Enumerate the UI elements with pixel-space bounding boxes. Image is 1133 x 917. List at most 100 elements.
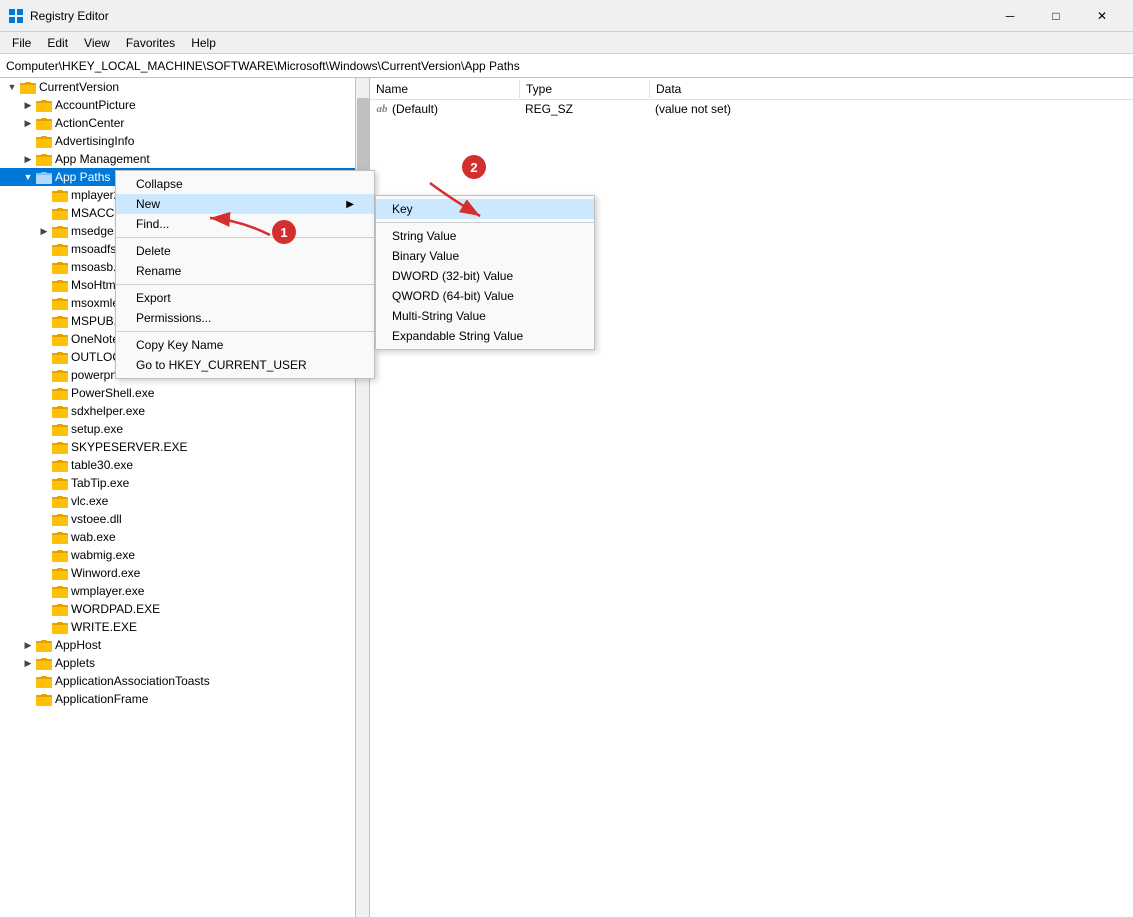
- tree-item-apphost[interactable]: AppHost: [0, 636, 369, 654]
- col-header-type: Type: [520, 80, 650, 98]
- tree-item-tabtip[interactable]: TabTip.exe: [0, 474, 369, 492]
- folder-icon: [52, 602, 68, 616]
- tree-item-sdxhelper[interactable]: sdxhelper.exe: [0, 402, 369, 420]
- folder-icon: [52, 548, 68, 562]
- menu-file[interactable]: File: [4, 34, 39, 52]
- address-bar: Computer\HKEY_LOCAL_MACHINE\SOFTWARE\Mic…: [0, 54, 1133, 78]
- tree-item-setup[interactable]: setup.exe: [0, 420, 369, 438]
- tree-item-wmplayer[interactable]: wmplayer.exe: [0, 582, 369, 600]
- tree-item-wab[interactable]: wab.exe: [0, 528, 369, 546]
- sub-item-qword-value-label: QWORD (64-bit) Value: [392, 289, 514, 303]
- tree-item-table30[interactable]: table30.exe: [0, 456, 369, 474]
- sub-item-binary-value-label: Binary Value: [392, 249, 459, 263]
- ctx-rename[interactable]: Rename: [116, 261, 374, 281]
- minimize-button[interactable]: ─: [987, 0, 1033, 32]
- folder-icon: [52, 476, 68, 490]
- sub-item-dword-value[interactable]: DWORD (32-bit) Value: [376, 266, 594, 286]
- tree-label: wab.exe: [71, 530, 116, 544]
- tree-item-appframe[interactable]: ApplicationFrame: [0, 690, 369, 708]
- sub-item-qword-value[interactable]: QWORD (64-bit) Value: [376, 286, 594, 306]
- folder-icon: [52, 278, 68, 292]
- ctx-collapse-label: Collapse: [136, 177, 183, 191]
- maximize-button[interactable]: □: [1033, 0, 1079, 32]
- tree-label: table30.exe: [71, 458, 133, 472]
- folder-icon: [52, 206, 68, 220]
- expand-arrow: [20, 115, 36, 131]
- folder-icon: [52, 350, 68, 364]
- ctx-copy-key-name-label: Copy Key Name: [136, 338, 223, 352]
- folder-icon: [52, 566, 68, 580]
- tree-item-skypeserver[interactable]: SKYPESERVER.EXE: [0, 438, 369, 456]
- folder-icon: [52, 512, 68, 526]
- reg-value-type: REG_SZ: [525, 102, 655, 116]
- sub-item-binary-value[interactable]: Binary Value: [376, 246, 594, 266]
- menu-favorites[interactable]: Favorites: [118, 34, 183, 52]
- tree-label: WRITE.EXE: [71, 620, 137, 634]
- menu-view[interactable]: View: [76, 34, 118, 52]
- tree-label: ApplicationFrame: [55, 692, 148, 706]
- tree-item-accountpicture[interactable]: AccountPicture: [0, 96, 369, 114]
- folder-icon: [36, 170, 52, 184]
- submenu-new: Key String Value Binary Value DWORD (32-…: [375, 195, 595, 350]
- ctx-find[interactable]: Find...: [116, 214, 374, 234]
- ctx-new[interactable]: New ▶: [116, 194, 374, 214]
- folder-icon: [52, 620, 68, 634]
- tree-item-write[interactable]: WRITE.EXE: [0, 618, 369, 636]
- ctx-go-to-hkey[interactable]: Go to HKEY_CURRENT_USER: [116, 355, 374, 375]
- sub-item-key-label: Key: [392, 202, 413, 216]
- reg-value-data: (value not set): [655, 102, 731, 116]
- tree-label: vlc.exe: [71, 494, 108, 508]
- registry-value-icon: ab: [374, 101, 390, 117]
- sub-item-multi-string-value-label: Multi-String Value: [392, 309, 486, 323]
- tree-item-vstoee[interactable]: vstoee.dll: [0, 510, 369, 528]
- tree-item-powershell[interactable]: PowerShell.exe: [0, 384, 369, 402]
- tree-item-vlc[interactable]: vlc.exe: [0, 492, 369, 510]
- folder-icon: [36, 638, 52, 652]
- address-path: Computer\HKEY_LOCAL_MACHINE\SOFTWARE\Mic…: [6, 59, 520, 73]
- expand-arrow: [20, 637, 36, 653]
- menu-help[interactable]: Help: [183, 34, 224, 52]
- ctx-sep-2: [116, 284, 374, 285]
- app-icon: [8, 8, 24, 24]
- tree-item-winword[interactable]: Winword.exe: [0, 564, 369, 582]
- ctx-copy-key-name[interactable]: Copy Key Name: [116, 335, 374, 355]
- tree-item-currentversion[interactable]: CurrentVersion: [0, 78, 369, 96]
- ctx-new-arrow: ▶: [346, 199, 354, 210]
- tree-label: AppHost: [55, 638, 101, 652]
- folder-icon: [52, 584, 68, 598]
- ctx-permissions[interactable]: Permissions...: [116, 308, 374, 328]
- annotation-badge-1: 1: [272, 220, 296, 244]
- ctx-collapse[interactable]: Collapse: [116, 174, 374, 194]
- folder-icon: [52, 494, 68, 508]
- tree-label: App Paths: [55, 170, 110, 184]
- folder-icon: [52, 188, 68, 202]
- tree-item-wabmig[interactable]: wabmig.exe: [0, 546, 369, 564]
- ctx-delete[interactable]: Delete: [116, 241, 374, 261]
- tree-item-appmanagement[interactable]: App Management: [0, 150, 369, 168]
- ctx-new-label: New: [136, 197, 160, 211]
- sub-item-multi-string-value[interactable]: Multi-String Value: [376, 306, 594, 326]
- sub-item-expandable-string-value[interactable]: Expandable String Value: [376, 326, 594, 346]
- scroll-thumb[interactable]: [357, 98, 369, 178]
- ctx-sep-3: [116, 331, 374, 332]
- sub-item-key[interactable]: Key: [376, 199, 594, 219]
- tree-item-advertisinginfo[interactable]: AdvertisingInfo: [0, 132, 369, 150]
- expand-arrow: [20, 151, 36, 167]
- close-button[interactable]: ✕: [1079, 0, 1125, 32]
- folder-icon: [52, 296, 68, 310]
- ctx-export[interactable]: Export: [116, 288, 374, 308]
- right-panel-header: Name Type Data: [370, 78, 1133, 100]
- registry-row-default[interactable]: ab (Default) REG_SZ (value not set): [370, 100, 1133, 118]
- tree-item-actioncenter[interactable]: ActionCenter: [0, 114, 369, 132]
- tree-item-appasso[interactable]: ApplicationAssociationToasts: [0, 672, 369, 690]
- folder-icon: [52, 530, 68, 544]
- window-controls: ─ □ ✕: [987, 0, 1125, 32]
- context-menu: Collapse New ▶ Find... Delete Rename Exp…: [115, 170, 375, 379]
- ctx-delete-label: Delete: [136, 244, 171, 258]
- tree-label: setup.exe: [71, 422, 123, 436]
- tree-item-applets[interactable]: Applets: [0, 654, 369, 672]
- sub-item-string-value[interactable]: String Value: [376, 226, 594, 246]
- menu-edit[interactable]: Edit: [39, 34, 76, 52]
- tree-label: PowerShell.exe: [71, 386, 154, 400]
- tree-item-wordpad[interactable]: WORDPAD.EXE: [0, 600, 369, 618]
